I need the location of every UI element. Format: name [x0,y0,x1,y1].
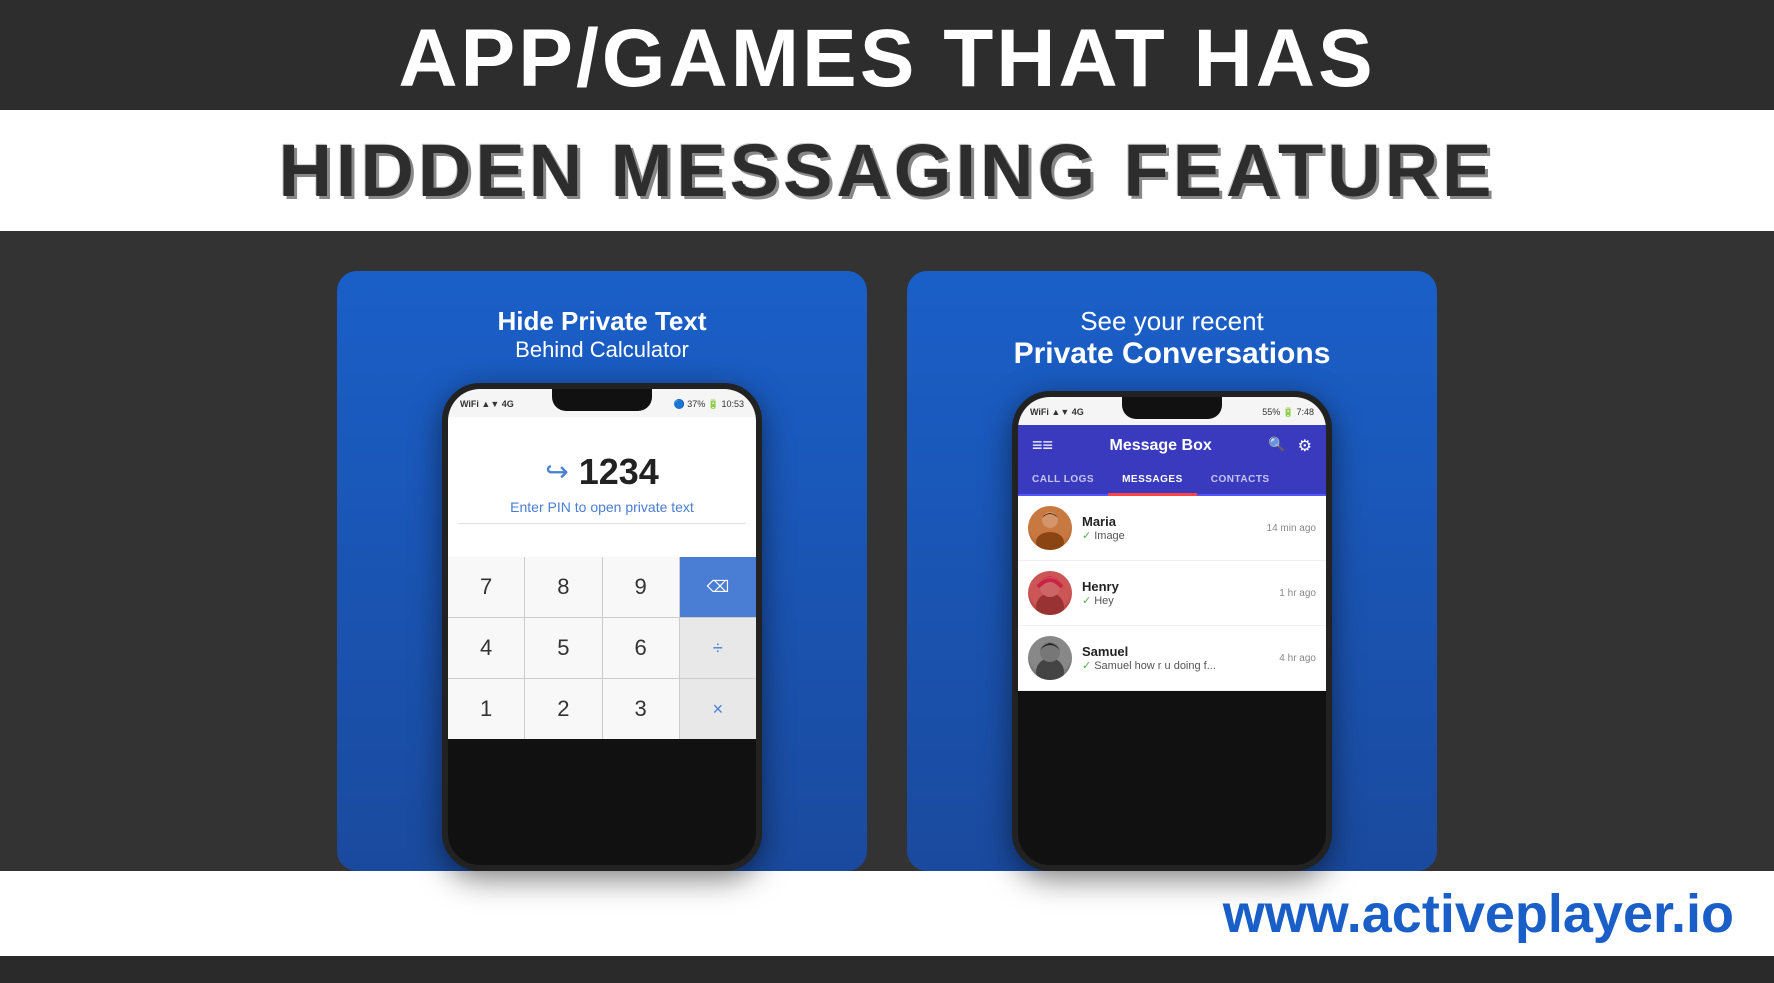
key-8[interactable]: 8 [525,557,601,617]
msg-time-maria: 14 min ago [1267,523,1316,534]
msg-time-samuel: 4 hr ago [1279,653,1316,664]
msg-name-maria: Maria [1082,514,1257,529]
phone-notch [552,389,652,411]
check-icon: ✓ [1082,529,1091,542]
gear-icon[interactable]: ⚙ [1298,436,1312,456]
key-3[interactable]: 3 [603,679,679,739]
avatar-maria [1028,506,1072,550]
hamburger-icon[interactable]: ≡ [1032,435,1053,456]
key-4[interactable]: 4 [448,618,524,678]
key-del[interactable]: ⌫ [680,557,756,617]
avatar-henry [1028,571,1072,615]
left-card-title: Hide Private Text Behind Calculator [497,306,706,363]
footer-bar: www.activeplayer.io [0,871,1774,956]
msg-header-title: Message Box [1109,437,1211,455]
avatar-samuel [1028,636,1072,680]
key-divide[interactable]: ÷ [680,618,756,678]
main-content: Hide Private Text Behind Calculator WiFi… [0,231,1774,871]
msg-tabs: CALL LOGS MESSAGES CONTACTS [1018,466,1326,496]
msg-name-samuel: Samuel [1082,644,1269,659]
tab-contacts[interactable]: CONTACTS [1197,466,1284,494]
main-title: APP/GAMES THAT HAS [20,18,1754,100]
key-6[interactable]: 6 [603,618,679,678]
left-title-bold: Hide Private Text [497,306,706,337]
msg-name-henry: Henry [1082,579,1269,594]
msg-time-henry: 1 hr ago [1279,588,1316,599]
check-icon-henry: ✓ [1082,594,1091,607]
calc-pin-text: Enter PIN to open private text [510,499,694,515]
msg-app-header: ≡ Message Box 🔍 ⚙ [1018,425,1326,466]
msg-info-samuel: Samuel ✓ Samuel how r u doing f... [1082,644,1269,672]
status-left-text: WiFi ▲▼ 4G [460,399,514,409]
msg-status-right: 55% 🔋 7:48 [1262,407,1314,418]
msg-preview-henry: ✓ Hey [1082,594,1269,607]
top-banner: APP/GAMES THAT HAS [0,0,1774,110]
msg-list: Maria ✓ Image 14 min ago [1018,496,1326,691]
left-phone-card: Hide Private Text Behind Calculator WiFi… [337,271,867,871]
right-phone-card: See your recent Private Conversations Wi… [907,271,1437,871]
status-right-text: 🔵 37% 🔋 10:53 [674,399,744,410]
calculator-phone: WiFi ▲▼ 4G 🔵 37% 🔋 10:53 ↪ 1234 Enter PI… [442,383,762,871]
msg-preview-samuel: ✓ Samuel how r u doing f... [1082,659,1269,672]
msg-info-maria: Maria ✓ Image [1082,514,1257,542]
msg-preview-maria: ✓ Image [1082,529,1257,542]
msg-item-maria[interactable]: Maria ✓ Image 14 min ago [1018,496,1326,561]
msg-header-icons: 🔍 ⚙ [1268,436,1312,456]
key-5[interactable]: 5 [525,618,601,678]
brand-url: www.activeplayer.io [1223,883,1734,945]
key-multiply[interactable]: × [680,679,756,739]
tab-call-logs[interactable]: CALL LOGS [1018,466,1108,494]
calc-display: ↪ 1234 [545,451,659,493]
calc-screen: ↪ 1234 Enter PIN to open private text [448,417,756,557]
key-2[interactable]: 2 [525,679,601,739]
calc-number: 1234 [579,451,659,493]
tab-messages[interactable]: MESSAGES [1108,466,1197,496]
calc-keypad: 7 8 9 ⌫ 4 5 6 ÷ 1 2 3 × [448,557,756,739]
right-title-line2: Private Conversations [1014,337,1331,371]
msg-info-henry: Henry ✓ Hey [1082,579,1269,607]
check-icon-samuel: ✓ [1082,659,1091,672]
subtitle-text: HIDDEN MESSAGING FEATURE [20,128,1754,213]
calc-arrow-icon: ↪ [545,455,568,488]
key-9[interactable]: 9 [603,557,679,617]
left-title-normal: Behind Calculator [497,337,706,363]
subtitle-band: HIDDEN MESSAGING FEATURE [0,110,1774,231]
msg-item-samuel[interactable]: Samuel ✓ Samuel how r u doing f... 4 hr … [1018,626,1326,691]
calc-separator [458,523,746,524]
right-title-line1: See your recent [1014,306,1331,337]
right-card-title: See your recent Private Conversations [1014,306,1331,371]
msg-status-left: WiFi ▲▼ 4G [1030,407,1084,417]
search-icon[interactable]: 🔍 [1268,436,1285,456]
msg-item-henry[interactable]: Henry ✓ Hey 1 hr ago [1018,561,1326,626]
key-1[interactable]: 1 [448,679,524,739]
msg-phone-notch [1122,397,1222,419]
key-7[interactable]: 7 [448,557,524,617]
messaging-phone: WiFi ▲▼ 4G 55% 🔋 7:48 ≡ Message Box 🔍 ⚙ … [1012,391,1332,871]
